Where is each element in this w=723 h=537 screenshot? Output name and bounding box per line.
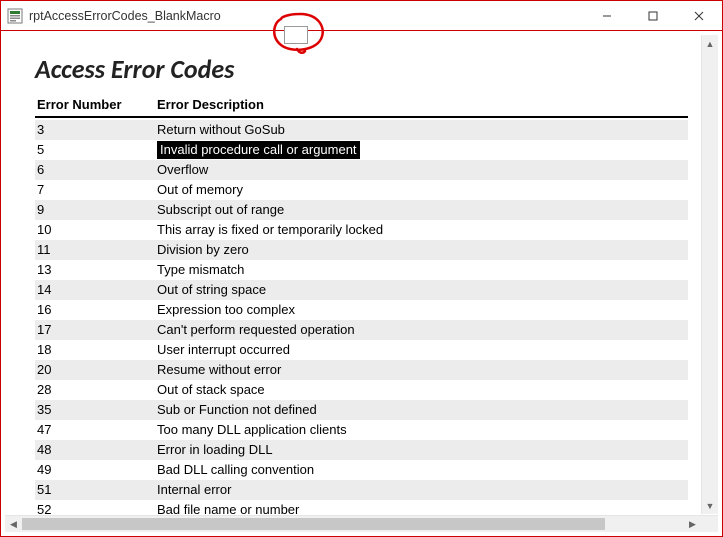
horizontal-scroll-thumb[interactable] xyxy=(22,518,605,530)
report-viewport: Access Error Codes Error Number Error De… xyxy=(5,35,718,514)
error-number: 51 xyxy=(35,480,153,500)
table-row: 6Overflow xyxy=(35,160,688,180)
maximize-button[interactable] xyxy=(630,1,676,30)
error-description: Can't perform requested operation xyxy=(153,320,688,340)
error-number: 49 xyxy=(35,460,153,480)
table-row: 49Bad DLL calling convention xyxy=(35,460,688,480)
error-description: Out of stack space xyxy=(153,380,688,400)
scroll-up-icon[interactable]: ▲ xyxy=(702,35,718,52)
column-headers: Error Number Error Description xyxy=(35,95,688,118)
error-description: User interrupt occurred xyxy=(153,340,688,360)
table-row: 28Out of stack space xyxy=(35,380,688,400)
vertical-scrollbar[interactable]: ▲ ▼ xyxy=(701,35,718,514)
error-number: 7 xyxy=(35,180,153,200)
error-description: Division by zero xyxy=(153,240,688,260)
table-row: 13Type mismatch xyxy=(35,260,688,280)
window-titlebar: rptAccessErrorCodes_BlankMacro xyxy=(1,1,722,31)
error-number: 9 xyxy=(35,200,153,220)
error-number: 52 xyxy=(35,500,153,514)
error-description: Subscript out of range xyxy=(153,200,688,220)
error-number: 35 xyxy=(35,400,153,420)
error-description: Bad file name or number xyxy=(153,500,688,514)
window-controls xyxy=(584,1,722,30)
close-button[interactable] xyxy=(676,1,722,30)
error-number: 14 xyxy=(35,280,153,300)
error-description: Bad DLL calling convention xyxy=(153,460,688,480)
scroll-down-icon[interactable]: ▼ xyxy=(702,497,718,514)
error-number: 11 xyxy=(35,240,153,260)
error-number: 6 xyxy=(35,160,153,180)
table-row: 3Return without GoSub xyxy=(35,120,688,140)
table-row: 48Error in loading DLL xyxy=(35,440,688,460)
table-row: 7Out of memory xyxy=(35,180,688,200)
error-number: 16 xyxy=(35,300,153,320)
error-description: Expression too complex xyxy=(153,300,688,320)
horizontal-scrollbar[interactable]: ◀ ▶ xyxy=(5,515,718,532)
table-row: 17Can't perform requested operation xyxy=(35,320,688,340)
error-description: Overflow xyxy=(153,160,688,180)
error-description-highlighted: Invalid procedure call or argument xyxy=(157,141,360,159)
table-row: 5Invalid procedure call or argument xyxy=(35,140,688,160)
table-row: 16Expression too complex xyxy=(35,300,688,320)
table-row: 20Resume without error xyxy=(35,360,688,380)
error-description: Out of string space xyxy=(153,280,688,300)
error-number: 47 xyxy=(35,420,153,440)
table-row: 18User interrupt occurred xyxy=(35,340,688,360)
table-row: 51Internal error xyxy=(35,480,688,500)
table-row: 52Bad file name or number xyxy=(35,500,688,514)
error-description: Resume without error xyxy=(153,360,688,380)
error-description: Return without GoSub xyxy=(153,120,688,140)
scrollbar-corner xyxy=(701,516,718,532)
error-number: 48 xyxy=(35,440,153,460)
window-title: rptAccessErrorCodes_BlankMacro xyxy=(29,9,221,23)
report-rows: 3Return without GoSub5Invalid procedure … xyxy=(35,120,688,514)
table-row: 11Division by zero xyxy=(35,240,688,260)
error-description: Too many DLL application clients xyxy=(153,420,688,440)
scroll-right-icon[interactable]: ▶ xyxy=(684,516,701,532)
error-number: 10 xyxy=(35,220,153,240)
error-description: Out of memory xyxy=(153,180,688,200)
vertical-scroll-track[interactable] xyxy=(702,52,718,497)
table-row: 35Sub or Function not defined xyxy=(35,400,688,420)
error-number: 18 xyxy=(35,340,153,360)
table-row: 47Too many DLL application clients xyxy=(35,420,688,440)
table-row: 14Out of string space xyxy=(35,280,688,300)
error-number: 13 xyxy=(35,260,153,280)
app-icon xyxy=(7,8,23,24)
minimize-button[interactable] xyxy=(584,1,630,30)
column-header-number: Error Number xyxy=(35,97,153,112)
error-description: Error in loading DLL xyxy=(153,440,688,460)
error-description: Sub or Function not defined xyxy=(153,400,688,420)
table-row: 10This array is fixed or temporarily loc… xyxy=(35,220,688,240)
error-description: Internal error xyxy=(153,480,688,500)
error-number: 28 xyxy=(35,380,153,400)
scroll-left-icon[interactable]: ◀ xyxy=(5,516,22,532)
error-description: Type mismatch xyxy=(153,260,688,280)
report-title: Access Error Codes xyxy=(35,53,688,85)
report-container: Access Error Codes Error Number Error De… xyxy=(1,31,722,536)
error-description: This array is fixed or temporarily locke… xyxy=(153,220,688,240)
error-number: 5 xyxy=(35,140,153,160)
table-row: 9Subscript out of range xyxy=(35,200,688,220)
error-number: 20 xyxy=(35,360,153,380)
horizontal-scroll-track[interactable] xyxy=(22,516,684,532)
error-number: 17 xyxy=(35,320,153,340)
error-number: 3 xyxy=(35,120,153,140)
column-header-description: Error Description xyxy=(153,97,688,112)
